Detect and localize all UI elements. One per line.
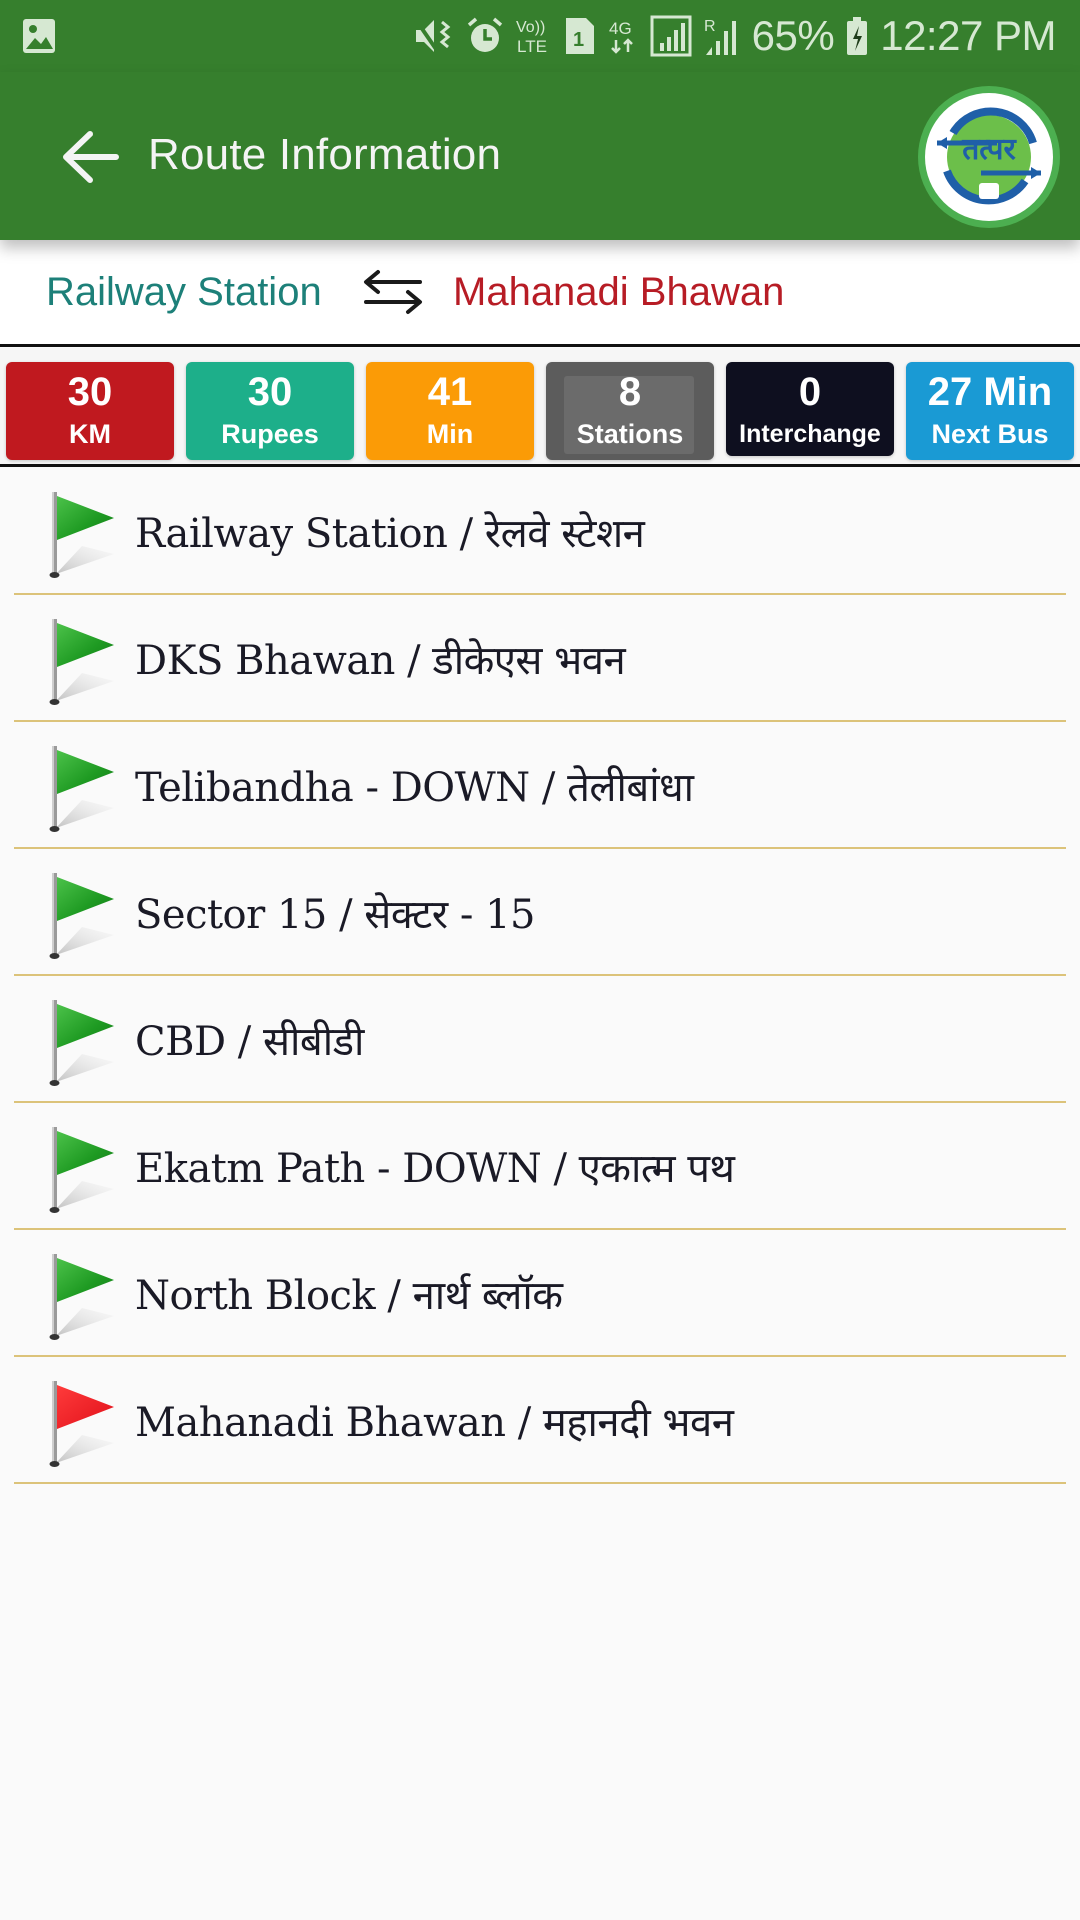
stat-distance: 30 KM [6,362,174,460]
green-flag-icon [36,1123,126,1215]
stop-name: Telibandha - DOWN / तेलीबांधा [135,765,694,811]
stat-interchange: 0 Interchange [726,362,894,456]
stat-label: Next Bus [931,419,1049,449]
app-bar: Route Information तत्पर [0,72,1080,240]
stop-list-item[interactable]: CBD / सीबीडी [14,976,1066,1103]
green-flag-icon [36,488,126,580]
stop-name: DKS Bhawan / डीकेएस भवन [135,638,626,684]
signal-icon [650,15,692,57]
stat-value: 41 [427,370,473,414]
svg-text:R: R [704,18,716,35]
battery-percent: 65% [751,12,835,59]
page-title: Route Information [148,130,502,179]
stat-fare: 30 Rupees [186,362,354,460]
red-flag-icon [36,1377,126,1469]
stop-name: Sector 15 / सेक्टर - 15 [135,892,535,938]
stop-name: Mahanadi Bhawan / महानदी भवन [135,1400,734,1446]
clock: 12:27 PM [880,12,1056,59]
route-stats: 30 KM 30 Rupees 41 Min 8 Stations 0 Inte… [0,348,1080,465]
stat-value: 0 [798,370,822,414]
stop-list-item[interactable]: DKS Bhawan / डीकेएस भवन [14,595,1066,722]
svg-text:LTE: LTE [517,37,547,56]
stat-label: Stations [576,419,684,449]
roaming-signal-icon: R [704,18,736,55]
back-arrow-icon[interactable] [56,122,126,192]
battery-charging-icon [847,17,868,55]
stop-name: Ekatm Path - DOWN / एकात्म पथ [135,1146,735,1192]
gallery-notification-icon [23,19,55,53]
green-flag-icon [36,996,126,1088]
route-summary: Railway Station Mahanadi Bhawan [0,240,1080,345]
stop-list-item[interactable]: Sector 15 / सेक्टर - 15 [14,849,1066,976]
stat-stations: 8 Stations [546,362,714,460]
stop-name: North Block / नार्थ ब्लॉक [135,1273,563,1319]
green-flag-icon [36,1250,126,1342]
stop-list: Railway Station / रेलवे स्टेशन DKS Bhawa… [0,468,1080,1484]
data-4g-icon: 4G [609,19,633,54]
stat-label: Rupees [221,419,319,449]
logo-text: तत्पर [962,132,1016,167]
route-origin: Railway Station [46,270,322,314]
swap-arrows-icon[interactable] [362,266,424,318]
tatpar-logo: तत्पर [918,86,1060,228]
green-flag-icon [36,869,126,961]
status-bar: Vo)) LTE 1 4G R 65% 12:27 PM [0,0,1080,72]
svg-text:Vo)): Vo)) [516,19,545,36]
stat-duration: 41 Min [366,362,534,460]
volte-icon: Vo)) LTE [516,19,547,56]
stop-list-item[interactable]: Railway Station / रेलवे स्टेशन [14,468,1066,595]
stat-value: 27 Min [927,370,1053,414]
stop-list-item[interactable]: Ekatm Path - DOWN / एकात्म पथ [14,1103,1066,1230]
route-destination: Mahanadi Bhawan [453,270,785,314]
stop-list-item[interactable]: Telibandha - DOWN / तेलीबांधा [14,722,1066,849]
svg-text:1: 1 [573,29,584,51]
sim-1-icon: 1 [565,18,594,54]
stop-name: CBD / सीबीडी [135,1019,364,1065]
stat-label: Interchange [739,420,881,448]
stat-label: KM [69,419,111,449]
vibrate-mute-icon [414,18,450,54]
stat-label: Min [426,419,474,449]
stop-name: Railway Station / रेलवे स्टेशन [135,511,645,557]
divider [0,344,1080,347]
stat-value: 30 [247,370,293,414]
alarm-icon [467,17,502,52]
green-flag-icon [36,615,126,707]
svg-text:4G: 4G [609,19,632,38]
stat-value: 8 [618,370,642,414]
stat-value: 30 [67,370,113,414]
green-flag-icon [36,742,126,834]
stat-next-bus: 27 Min Next Bus [906,362,1074,460]
divider [0,464,1080,467]
stop-list-item-destination[interactable]: Mahanadi Bhawan / महानदी भवन [14,1357,1066,1484]
stop-list-item[interactable]: North Block / नार्थ ब्लॉक [14,1230,1066,1357]
